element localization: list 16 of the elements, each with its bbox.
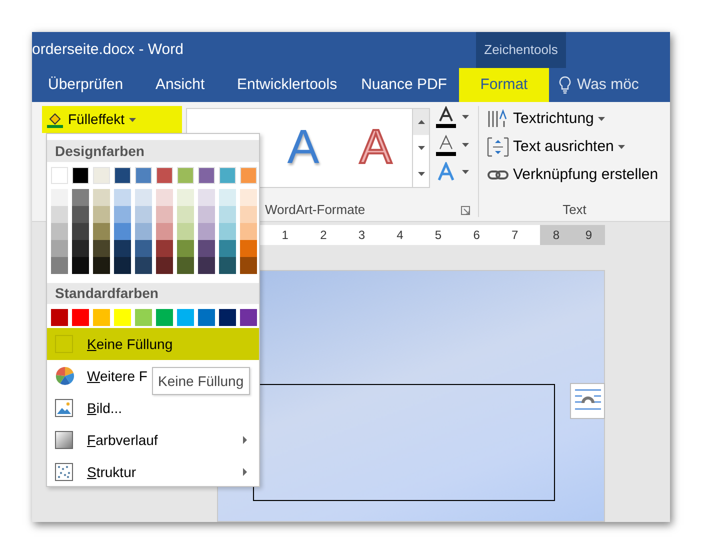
- tooltip: Keine Füllung: [152, 367, 250, 395]
- menu-section-header: Standardfarben: [47, 283, 259, 304]
- ruler-number: 7: [511, 227, 518, 244]
- ruler-number: 3: [358, 227, 366, 244]
- ruler-number: 9: [585, 227, 592, 244]
- window-title: orderseite.docx - Word: [32, 40, 184, 60]
- ruler-number: 8: [552, 227, 560, 244]
- ruler-number: 2: [320, 227, 327, 244]
- menu-section-header: Designfarben: [47, 140, 259, 162]
- ruler-number: 4: [396, 227, 404, 244]
- ruler-number: 5: [434, 227, 442, 244]
- group-label: WordArt-Formate: [265, 201, 366, 220]
- group-label: Text: [562, 201, 588, 219]
- ruler-number: 6: [473, 227, 480, 244]
- context-tab-label: Zeichentools: [476, 32, 566, 68]
- ruler-number: 1: [282, 227, 288, 244]
